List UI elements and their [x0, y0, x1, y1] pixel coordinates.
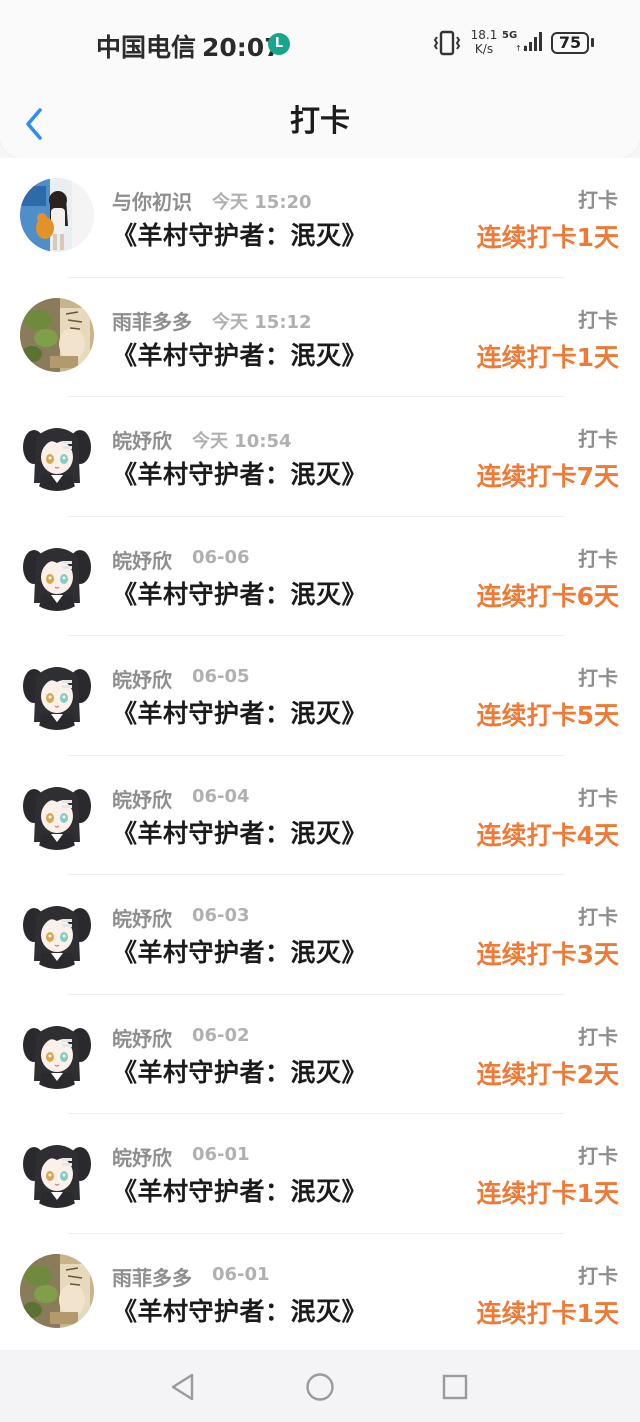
user-avatar[interactable]	[20, 297, 94, 372]
nav-back-button[interactable]	[166, 1370, 200, 1404]
checkin-time: 06-01	[212, 1263, 270, 1285]
checkin-list-item[interactable]: 与你初识 今天 15:20 《羊村守护者：泯灭》 打卡连续打卡1天	[0, 158, 640, 278]
user-avatar[interactable]	[20, 775, 94, 850]
checkin-tag: 打卡	[578, 546, 618, 571]
network-speed: 18.1 K/s	[469, 28, 499, 56]
user-name[interactable]: 皖妤欣	[112, 664, 172, 693]
work-title: 《羊村守护者：泯灭》	[112, 818, 368, 848]
streak-label: 连续打卡3天	[476, 940, 619, 969]
checkin-list-item[interactable]: 雨菲多多 今天 15:12 《羊村守护者：泯灭》 打卡连续打卡1天	[0, 278, 640, 397]
streak-label: 连续打卡7天	[476, 462, 619, 491]
nav-home-button[interactable]	[303, 1370, 337, 1404]
checkin-tag: 打卡	[578, 785, 618, 810]
system-navigation-bar	[0, 1350, 640, 1422]
checkin-time: 06-06	[192, 546, 250, 568]
checkin-time: 今天 10:54	[192, 431, 292, 452]
checkin-list-item[interactable]: 皖妤欣 06-01 《羊村守护者：泯灭》 打卡连续打卡1天	[0, 1114, 640, 1234]
user-name[interactable]: 雨菲多多	[112, 1262, 192, 1291]
triangle-back-icon	[171, 1373, 194, 1401]
circle-home-icon	[306, 1373, 334, 1401]
work-title: 《羊村守护者：泯灭》	[112, 221, 368, 250]
streak-label: 连续打卡1天	[476, 1179, 619, 1208]
streak-label: 连续打卡5天	[476, 701, 619, 730]
battery-cap	[591, 38, 594, 47]
checkin-tag: 打卡	[578, 1263, 618, 1288]
checkin-time: 06-02	[192, 1024, 250, 1046]
user-avatar[interactable]	[20, 1134, 94, 1208]
user-name[interactable]: 皖妤欣	[112, 784, 172, 813]
streak-label: 连续打卡1天	[476, 223, 619, 252]
square-recents-icon	[442, 1374, 468, 1400]
checkin-tag: 打卡	[578, 666, 618, 690]
back-button[interactable]	[18, 104, 54, 144]
checkin-time: 06-05	[192, 666, 250, 687]
checkin-time: 今天 15:20	[212, 192, 312, 213]
status-carrier-time: 中国电信 20:07	[96, 28, 282, 64]
top-app-bar: 打卡	[0, 86, 640, 158]
work-title: 《羊村守护者：泯灭》	[112, 1296, 368, 1326]
battery-icon: 75	[551, 32, 589, 54]
checkin-time: 今天 15:12	[212, 311, 312, 333]
user-name[interactable]: 与你初识	[112, 186, 192, 215]
work-title: 《羊村守护者：泯灭》	[112, 340, 368, 370]
status-bar: 中国电信 20:07 L 18.1 K/s 5G ↑↓ 75	[0, 0, 640, 86]
checkin-list-item[interactable]: 皖妤欣 06-06 《羊村守护者：泯灭》 打卡连续打卡6天	[0, 517, 640, 636]
work-title: 《羊村守护者：泯灭》	[112, 699, 368, 728]
checkin-tag: 打卡	[578, 427, 618, 451]
user-avatar[interactable]	[20, 417, 94, 491]
checkin-list-item[interactable]: 皖妤欣 06-04 《羊村守护者：泯灭》 打卡连续打卡4天	[0, 756, 640, 875]
checkin-tag: 打卡	[578, 307, 618, 332]
user-avatar[interactable]	[20, 536, 94, 611]
checkin-tag: 打卡	[578, 1024, 618, 1049]
work-title: 《羊村守护者：泯灭》	[112, 579, 368, 609]
chevron-left-icon	[26, 108, 42, 140]
vibrate-icon	[433, 30, 461, 56]
user-name[interactable]: 皖妤欣	[112, 425, 172, 454]
user-name[interactable]: 皖妤欣	[112, 1023, 172, 1052]
checkin-list-item[interactable]: 皖妤欣 06-05 《羊村守护者：泯灭》 打卡连续打卡5天	[0, 636, 640, 756]
streak-label: 连续打卡2天	[476, 1059, 619, 1089]
work-title: 《羊村守护者：泯灭》	[112, 460, 368, 489]
speed-value: 18.1	[470, 28, 498, 42]
user-avatar[interactable]	[20, 1253, 94, 1328]
signal-strength-icon: ↑↓	[515, 32, 542, 53]
work-title: 《羊村守护者：泯灭》	[112, 1057, 368, 1087]
nav-recents-button[interactable]	[438, 1370, 472, 1404]
checkin-list-item[interactable]: 雨菲多多 06-01 《羊村守护者：泯灭》 打卡连续打卡1天	[0, 1234, 640, 1351]
streak-label: 连续打卡1天	[476, 342, 619, 372]
work-title: 《羊村守护者：泯灭》	[112, 938, 368, 967]
streak-label: 连续打卡4天	[476, 820, 619, 850]
page-title: 打卡	[290, 104, 350, 139]
app-notification-icon: L	[268, 33, 290, 55]
user-avatar[interactable]	[20, 178, 94, 252]
checkin-time: 06-01	[192, 1144, 250, 1165]
user-name[interactable]: 皖妤欣	[112, 545, 172, 574]
streak-label: 连续打卡6天	[476, 581, 619, 611]
checkin-list-item[interactable]: 皖妤欣 今天 10:54 《羊村守护者：泯灭》 打卡连续打卡7天	[0, 397, 640, 517]
checkin-list-item[interactable]: 皖妤欣 06-03 《羊村守护者：泯灭》 打卡连续打卡3天	[0, 875, 640, 995]
user-name[interactable]: 雨菲多多	[112, 306, 192, 335]
work-title: 《羊村守护者：泯灭》	[112, 1177, 368, 1206]
streak-label: 连续打卡1天	[476, 1298, 619, 1328]
user-name[interactable]: 皖妤欣	[112, 903, 172, 932]
checkin-record-list: 与你初识 今天 15:20 《羊村守护者：泯灭》 打卡 连续打卡1天 雨菲多多 今天 15:…	[0, 158, 640, 1350]
user-avatar[interactable]	[20, 656, 94, 730]
checkin-time: 06-04	[192, 785, 250, 807]
speed-unit: K/s	[474, 42, 494, 56]
carrier-name: 中国电信	[96, 33, 197, 62]
checkin-time: 06-03	[192, 905, 250, 926]
user-avatar[interactable]	[20, 895, 94, 969]
checkin-list-item[interactable]: 皖妤欣 06-02 《羊村守护者：泯灭》 打卡连续打卡2天	[0, 995, 640, 1114]
user-avatar[interactable]	[20, 1014, 94, 1089]
checkin-tag: 打卡	[578, 1144, 618, 1168]
user-name[interactable]: 皖妤欣	[112, 1142, 172, 1171]
checkin-tag: 打卡	[578, 188, 618, 212]
checkin-tag: 打卡	[578, 905, 618, 929]
